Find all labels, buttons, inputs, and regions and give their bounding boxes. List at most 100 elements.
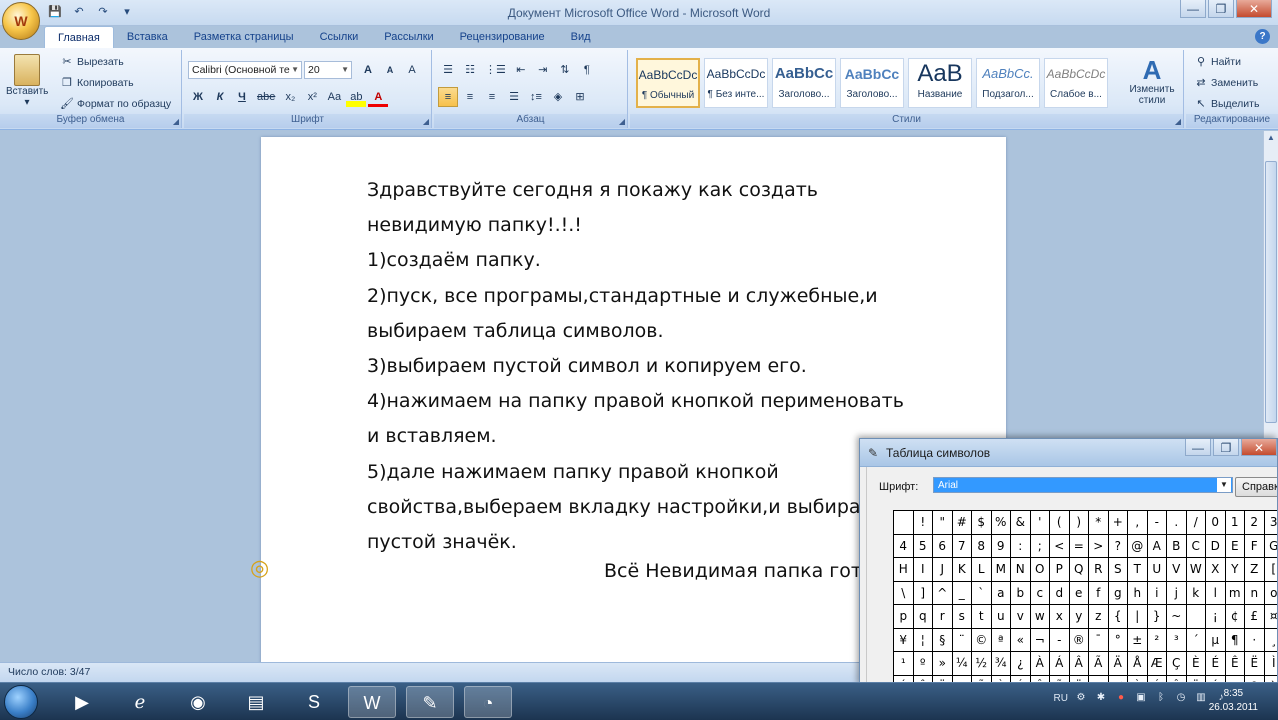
- highlight-button[interactable]: ab: [346, 87, 367, 107]
- character-cell[interactable]: 1: [1225, 511, 1245, 535]
- character-map-window[interactable]: ✎ Таблица символов — ❐ ✕ Шрифт: Arial ▼ …: [859, 438, 1278, 686]
- firefox-icon[interactable]: ◉: [174, 686, 222, 718]
- tab-view[interactable]: Вид: [558, 26, 604, 48]
- character-cell[interactable]: *: [1089, 511, 1109, 535]
- character-cell[interactable]: W: [1186, 558, 1206, 582]
- character-cell[interactable]: 8: [972, 534, 992, 558]
- character-cell[interactable]: Y: [1225, 558, 1245, 582]
- recorder-task-icon[interactable]: ◔: [464, 686, 512, 718]
- character-cell[interactable]: À: [1030, 652, 1050, 676]
- character-cell[interactable]: }: [1147, 605, 1167, 629]
- paste-button[interactable]: Вставить ▾: [6, 54, 48, 108]
- character-cell[interactable]: [1186, 605, 1206, 629]
- font-color-button[interactable]: A: [368, 87, 389, 107]
- style-title[interactable]: AaB Название: [908, 58, 972, 108]
- character-cell[interactable]: u: [991, 605, 1011, 629]
- character-cell[interactable]: ¬: [1030, 628, 1050, 652]
- word-count[interactable]: Число слов: 3/47: [8, 666, 90, 678]
- scroll-up-icon[interactable]: ▲: [1264, 133, 1278, 147]
- character-cell[interactable]: B: [1167, 534, 1187, 558]
- tray-app-icon[interactable]: ✱: [1094, 691, 1108, 705]
- format-painter-button[interactable]: 🖌 Формат по образцу: [60, 97, 171, 111]
- tab-page-layout[interactable]: Разметка страницы: [181, 26, 307, 48]
- internet-explorer-icon[interactable]: ℯ: [116, 686, 164, 718]
- character-cell[interactable]: v: [1011, 605, 1031, 629]
- character-cell[interactable]: L: [972, 558, 992, 582]
- character-cell[interactable]: 0: [1206, 511, 1226, 535]
- word-task-icon[interactable]: W: [348, 686, 396, 718]
- italic-button[interactable]: К: [210, 87, 230, 107]
- character-cell[interactable]: m: [1225, 581, 1245, 605]
- character-cell[interactable]: X: [1206, 558, 1226, 582]
- character-cell[interactable]: #: [952, 511, 972, 535]
- character-cell[interactable]: É: [1206, 652, 1226, 676]
- character-cell[interactable]: 7: [952, 534, 972, 558]
- character-cell[interactable]: A: [1147, 534, 1167, 558]
- character-cell[interactable]: ©: [972, 628, 992, 652]
- character-cell[interactable]: «: [1011, 628, 1031, 652]
- character-cell[interactable]: P: [1050, 558, 1070, 582]
- character-cell[interactable]: :: [1011, 534, 1031, 558]
- tab-review[interactable]: Рецензирование: [447, 26, 558, 48]
- character-cell[interactable]: ?: [1108, 534, 1128, 558]
- style-normal[interactable]: AaBbCcDc ¶ Обычный: [636, 58, 700, 108]
- character-cell[interactable]: -: [1147, 511, 1167, 535]
- character-cell[interactable]: l: [1206, 581, 1226, 605]
- character-cell[interactable]: q: [913, 605, 933, 629]
- media-player-icon[interactable]: ▶: [58, 686, 106, 718]
- character-cell[interactable]: E: [1225, 534, 1245, 558]
- character-cell[interactable]: ¤: [1264, 605, 1277, 629]
- start-button[interactable]: [4, 685, 38, 719]
- character-cell[interactable]: S: [1108, 558, 1128, 582]
- character-cell[interactable]: s: [952, 605, 972, 629]
- help-icon[interactable]: ?: [1255, 29, 1270, 44]
- shading-icon[interactable]: ◈: [548, 87, 568, 107]
- character-cell[interactable]: O: [1030, 558, 1050, 582]
- character-cell[interactable]: £: [1245, 605, 1265, 629]
- explorer-folder-icon[interactable]: ▤: [232, 686, 280, 718]
- character-cell[interactable]: y: [1069, 605, 1089, 629]
- character-cell[interactable]: [: [1264, 558, 1277, 582]
- character-cell[interactable]: »: [933, 652, 953, 676]
- character-cell[interactable]: Â: [1069, 652, 1089, 676]
- character-cell[interactable]: 6: [933, 534, 953, 558]
- close-button[interactable]: ✕: [1236, 0, 1272, 18]
- justify-icon[interactable]: ☰: [504, 87, 524, 107]
- character-cell[interactable]: $: [972, 511, 992, 535]
- tab-mailings[interactable]: Рассылки: [371, 26, 446, 48]
- style-heading-2[interactable]: AaBbCc Заголово...: [840, 58, 904, 108]
- character-cell[interactable]: r: [933, 605, 953, 629]
- character-cell[interactable]: U: [1147, 558, 1167, 582]
- character-cell[interactable]: ·: [1245, 628, 1265, 652]
- character-cell[interactable]: V: [1167, 558, 1187, 582]
- character-cell[interactable]: !: [913, 511, 933, 535]
- character-cell[interactable]: N: [1011, 558, 1031, 582]
- character-cell[interactable]: (: [1050, 511, 1070, 535]
- character-cell[interactable]: n: [1245, 581, 1265, 605]
- character-cell[interactable]: _: [952, 581, 972, 605]
- clock[interactable]: 8:35 26.03.2011: [1209, 687, 1258, 715]
- replace-button[interactable]: ⇄ Заменить: [1194, 76, 1258, 90]
- character-cell[interactable]: ¼: [952, 652, 972, 676]
- align-left-icon[interactable]: ≡: [438, 87, 458, 107]
- charmap-close-button[interactable]: ✕: [1241, 439, 1277, 456]
- character-cell[interactable]: H: [894, 558, 914, 582]
- character-cell[interactable]: b: [1011, 581, 1031, 605]
- character-cell[interactable]: ¾: [991, 652, 1011, 676]
- character-cell[interactable]: ': [1030, 511, 1050, 535]
- character-cell[interactable]: e: [1069, 581, 1089, 605]
- character-cell[interactable]: a: [991, 581, 1011, 605]
- character-cell[interactable]: .: [1167, 511, 1187, 535]
- character-cell[interactable]: ³: [1167, 628, 1187, 652]
- character-cell[interactable]: 2: [1245, 511, 1265, 535]
- character-cell[interactable]: p: [894, 605, 914, 629]
- character-cell[interactable]: ¥: [894, 628, 914, 652]
- character-cell[interactable]: ¯: [1089, 628, 1109, 652]
- character-cell[interactable]: T: [1128, 558, 1148, 582]
- character-cell[interactable]: F: [1245, 534, 1265, 558]
- clipboard-launcher-icon[interactable]: ◢: [173, 117, 179, 126]
- tab-references[interactable]: Ссылки: [307, 26, 372, 48]
- character-cell[interactable]: @: [1128, 534, 1148, 558]
- character-cell[interactable]: R: [1089, 558, 1109, 582]
- character-cell[interactable]: x: [1050, 605, 1070, 629]
